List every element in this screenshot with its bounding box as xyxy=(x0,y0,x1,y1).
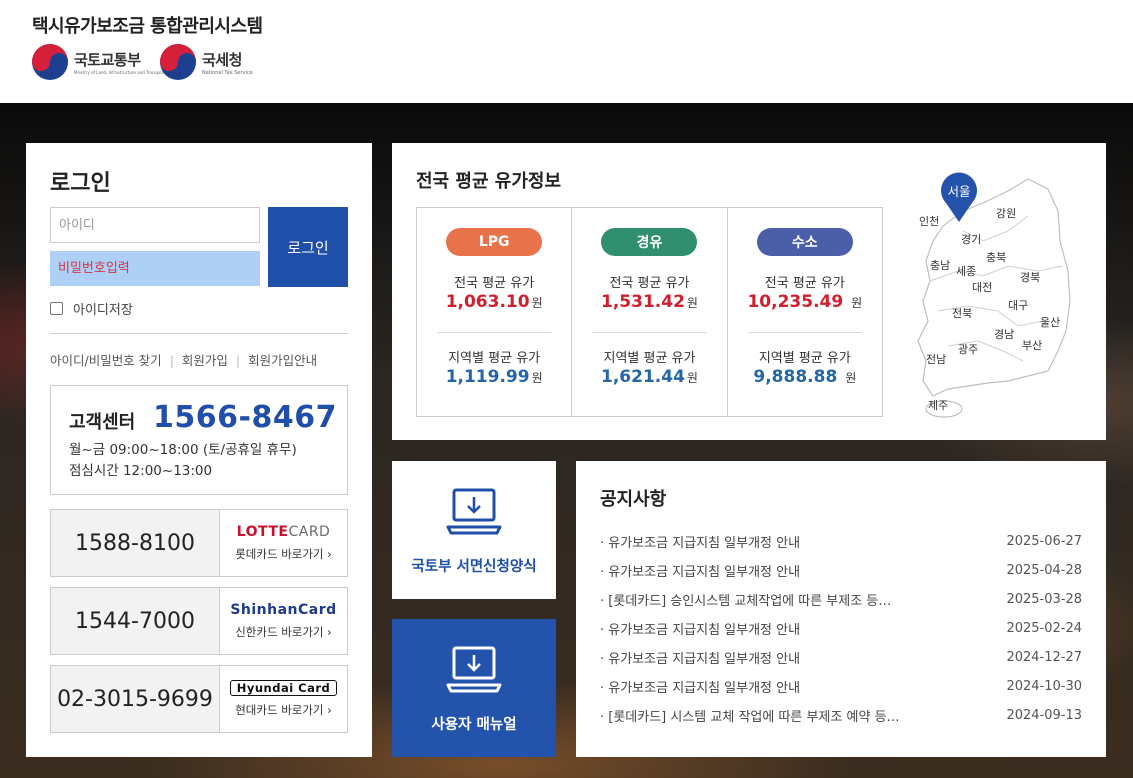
regional-label: 지역별 평균 유가 xyxy=(758,351,851,366)
regional-price: 1,621.44 원 xyxy=(601,367,698,387)
account-links: 아이디/비밀번호 찾기 | 회원가입 | 회원가입안내 xyxy=(50,353,318,368)
notice-item[interactable]: · 유가보조금 지급지침 일부개정 안내 2024-12-27 xyxy=(600,643,1082,672)
id-input[interactable] xyxy=(50,207,260,243)
customer-center-box: 고객센터 1566-8467 월~금 09:00~18:00 (토/공휴일 휴무… xyxy=(50,385,348,495)
tile-label: 사용자 매뉴얼 xyxy=(431,717,517,733)
org-sub: National Tax Service xyxy=(202,69,253,76)
map-label-gyeongbuk[interactable]: 경북 xyxy=(1020,269,1040,285)
fuel-col-lpg: LPG 전국 평균 유가 1,063.10 원 지역별 평균 유가 1,119.9… xyxy=(417,208,573,416)
map-label-sejong[interactable]: 세종 xyxy=(956,263,976,279)
customer-center-hours: 월~금 09:00~18:00 (토/공휴일 휴무) xyxy=(69,442,297,458)
korea-region-map[interactable]: 인천 강원 경기 충남 세종 충북 경북 대전 대구 전북 울산 경남 광주 부… xyxy=(908,171,1084,421)
user-manual-download[interactable]: 사용자 매뉴얼 xyxy=(392,619,556,757)
national-label: 전국 평균 유가 xyxy=(609,276,690,291)
nts-logo[interactable]: 국세청 National Tax Service xyxy=(160,44,253,80)
regional-price: 1,119.99 원 xyxy=(445,367,543,387)
notice-item[interactable]: · [롯데카드] 시스템 교체 작업에 따른 부제조 예약 등… 2024-09-… xyxy=(600,701,1082,730)
map-label-chungnam[interactable]: 충남 xyxy=(930,257,950,273)
national-price: 1,531.42 원 xyxy=(601,292,698,312)
org-name: 국토교통부 xyxy=(74,51,141,69)
signup-link[interactable]: 회원가입 xyxy=(182,353,228,368)
notice-item[interactable]: · 유가보조금 지급지침 일부개정 안내 2025-02-24 xyxy=(600,614,1082,643)
map-label-gwangju[interactable]: 광주 xyxy=(958,341,978,357)
fuel-badge: LPG xyxy=(446,228,543,256)
tile-label: 국토부 서면신청양식 xyxy=(411,559,537,575)
map-label-daegu[interactable]: 대구 xyxy=(1008,297,1028,313)
customer-center-lunch: 점심시간 12:00~13:00 xyxy=(69,463,213,479)
map-label-ulsan[interactable]: 울산 xyxy=(1040,314,1060,330)
map-label-busan[interactable]: 부산 xyxy=(1022,337,1042,353)
lotte-card-box: 1588-8100 LOTTECARD 롯데카드 바로가기 › xyxy=(50,509,348,577)
molit-logo[interactable]: 국토교통부 Ministry of Land, Infrastructure a… xyxy=(32,44,165,80)
download-laptop-icon xyxy=(446,488,502,535)
customer-center-phone: 1566-8467 xyxy=(153,400,337,435)
map-label-gangwon[interactable]: 강원 xyxy=(996,205,1016,221)
notice-title: 공지사항 xyxy=(600,489,667,510)
application-form-download[interactable]: 국토부 서면신청양식 xyxy=(392,461,556,599)
download-laptop-icon xyxy=(446,646,502,693)
org-sub: Ministry of Land, Infrastructure and Tra… xyxy=(74,70,165,75)
notice-item[interactable]: · [롯데카드] 승인시스템 교체작업에 따른 부제조 등… 2025-03-28 xyxy=(600,585,1082,614)
map-label-chungbuk[interactable]: 충북 xyxy=(986,249,1006,265)
hyundai-card-box: 02-3015-9699 Hyundai Card 현대카드 바로가기 › xyxy=(50,665,348,733)
card-link-label[interactable]: 신한카드 바로가기 › xyxy=(235,624,332,640)
fuel-title: 전국 평균 유가정보 xyxy=(416,171,562,192)
card-phone: 1544-7000 xyxy=(51,588,219,654)
notice-item[interactable]: · 유가보조금 지급지침 일부개정 안내 2025-04-28 xyxy=(600,556,1082,585)
national-label: 전국 평균 유가 xyxy=(764,276,845,291)
hyundai-card-logo: Hyundai Card xyxy=(229,680,338,696)
card-link-label[interactable]: 롯데카드 바로가기 › xyxy=(235,546,332,562)
save-id-checkbox[interactable]: 아이디저장 xyxy=(50,299,133,318)
lotte-card-link[interactable]: LOTTECARD 롯데카드 바로가기 › xyxy=(219,510,347,576)
site-header: 택시유가보조금 통합관리시스템 국토교통부 Ministry of Land, … xyxy=(0,0,1133,103)
map-pin-seoul[interactable]: 서울 xyxy=(939,171,979,222)
save-id-label: 아이디저장 xyxy=(73,303,133,318)
notice-panel: 공지사항 · 유가보조금 지급지침 일부개정 안내 2025-06-27 · 유가… xyxy=(576,461,1106,757)
site-title[interactable]: 택시유가보조금 통합관리시스템 xyxy=(32,12,263,38)
notice-item[interactable]: · 유가보조금 지급지침 일부개정 안내 2024-10-30 xyxy=(600,672,1082,701)
fuel-table: LPG 전국 평균 유가 1,063.10 원 지역별 평균 유가 1,119.9… xyxy=(416,207,883,417)
map-label-jeju[interactable]: 제주 xyxy=(928,397,948,413)
regional-price: 9,888.88 원 xyxy=(753,367,857,387)
fuel-col-hydrogen: 수소 전국 평균 유가 10,235.49 원 지역별 평균 유가 9,888.… xyxy=(728,208,882,416)
customer-center-label: 고객센터 xyxy=(69,412,136,433)
notice-item[interactable]: · 유가보조금 지급지침 일부개정 안내 2025-06-27 xyxy=(600,527,1082,556)
map-label-incheon[interactable]: 인천 xyxy=(919,213,939,229)
regional-label: 지역별 평균 유가 xyxy=(448,351,541,366)
fuel-price-panel: 전국 평균 유가정보 LPG 전국 평균 유가 1,063.10 원 지역별 평균… xyxy=(392,143,1106,440)
login-title: 로그인 xyxy=(50,171,111,196)
login-panel: 로그인 로그인 아이디저장 아이디/비밀번호 찾기|회원가입|회원가입안내 고객… xyxy=(26,143,372,757)
checkbox-icon[interactable] xyxy=(50,302,63,315)
map-pin-label: 서울 xyxy=(947,184,971,199)
map-label-gyeonggi[interactable]: 경기 xyxy=(961,231,981,247)
signup-guide-link[interactable]: 회원가입안내 xyxy=(248,353,317,368)
regional-label: 지역별 평균 유가 xyxy=(603,351,696,366)
login-button[interactable]: 로그인 xyxy=(268,207,348,287)
shinhan-card-logo: ShinhanCard xyxy=(230,602,337,618)
map-label-jeonbuk[interactable]: 전북 xyxy=(952,305,972,321)
map-label-gyeongnam[interactable]: 경남 xyxy=(994,326,1014,342)
password-input[interactable] xyxy=(50,251,260,286)
shinhan-card-link[interactable]: ShinhanCard 신한카드 바로가기 › xyxy=(219,588,347,654)
taegeuk-icon xyxy=(160,44,196,80)
fuel-badge: 경유 xyxy=(601,228,698,256)
card-link-label[interactable]: 현대카드 바로가기 › xyxy=(235,702,332,718)
shinhan-card-box: 1544-7000 ShinhanCard 신한카드 바로가기 › xyxy=(50,587,348,655)
card-phone: 02-3015-9699 xyxy=(51,666,219,732)
org-name: 국세청 xyxy=(202,50,242,69)
hyundai-card-link[interactable]: Hyundai Card 현대카드 바로가기 › xyxy=(219,666,347,732)
national-price: 10,235.49 원 xyxy=(747,292,863,312)
fuel-badge: 수소 xyxy=(756,228,853,256)
map-label-jeonnam[interactable]: 전남 xyxy=(926,351,946,367)
taegeuk-icon xyxy=(32,44,68,80)
notice-list: · 유가보조금 지급지침 일부개정 안내 2025-06-27 · 유가보조금 지… xyxy=(600,527,1082,730)
map-label-daejeon[interactable]: 대전 xyxy=(972,279,992,295)
card-phone: 1588-8100 xyxy=(51,510,219,576)
divider xyxy=(50,333,348,334)
national-label: 전국 평균 유가 xyxy=(454,276,535,291)
lotte-card-logo: LOTTECARD xyxy=(236,524,331,540)
find-id-password-link[interactable]: 아이디/비밀번호 찾기 xyxy=(50,353,162,368)
national-price: 1,063.10 원 xyxy=(445,292,543,312)
fuel-col-diesel: 경유 전국 평균 유가 1,531.42 원 지역별 평균 유가 1,621.44… xyxy=(572,208,728,416)
